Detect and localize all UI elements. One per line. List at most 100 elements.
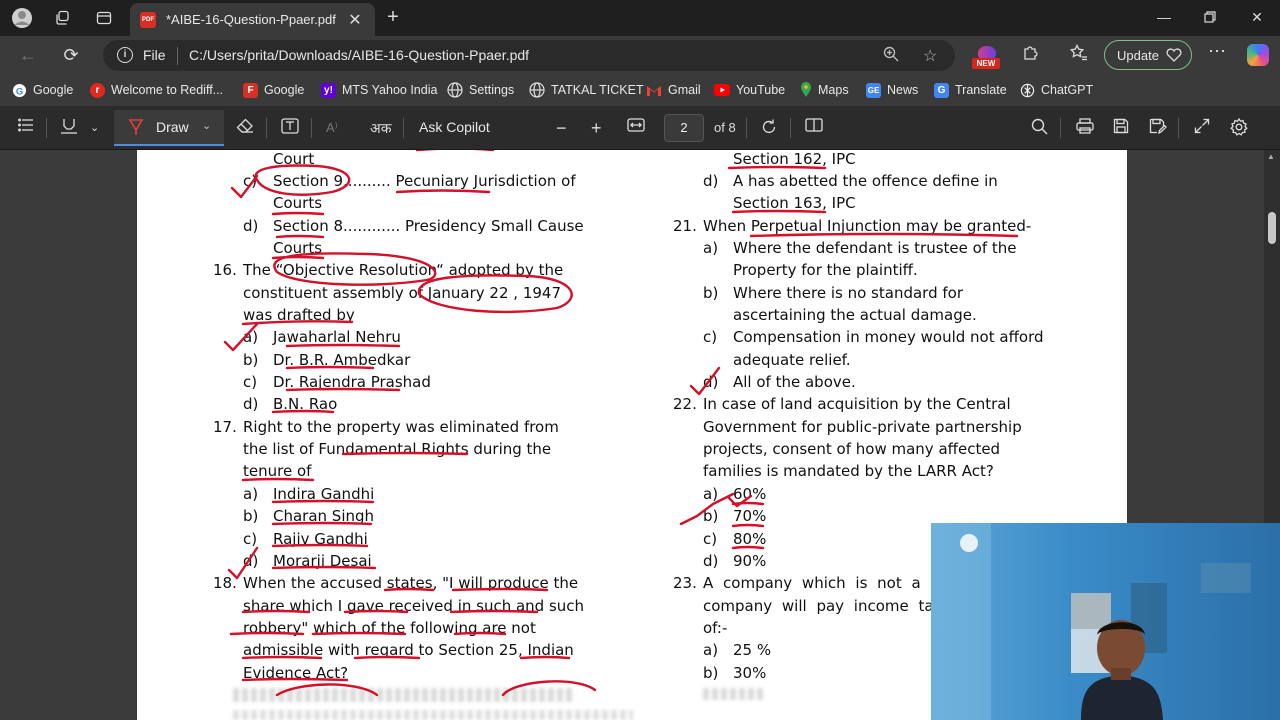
left-line: Dr. B.R. Ambedkar <box>273 351 411 369</box>
zoom-in-icon[interactable]: + <box>591 118 602 138</box>
address-url[interactable]: C:/Users/prita/Downloads/AIBE-16-Questio… <box>189 47 529 63</box>
tab-actions-icon[interactable] <box>92 6 116 30</box>
bookmark-yahoo[interactable]: y! MTS Yahoo India <box>321 81 437 99</box>
right-line: Section 163, IPC <box>733 194 856 212</box>
favorites-icon[interactable] <box>1069 44 1088 66</box>
bookmark-google-2[interactable]: F Google <box>243 81 304 99</box>
gmail-icon <box>647 85 661 96</box>
right-marker: 21. <box>673 217 697 235</box>
webcam-overlay <box>931 523 1280 720</box>
new-feature-icon[interactable]: NEW <box>972 46 1000 72</box>
bookmark-chatgpt[interactable]: ChatGPT <box>1020 81 1093 99</box>
address-toolbar: ← ⟳ i File C:/Users/prita/Downloads/AIBE… <box>0 36 1280 74</box>
bookmark-label: TATKAL TICKET <box>551 83 644 97</box>
workspaces-icon[interactable] <box>50 6 74 30</box>
read-aloud-icon[interactable]: A⁾ <box>326 118 338 138</box>
globe-icon <box>529 82 545 98</box>
left-line: Charan Singh <box>273 507 375 525</box>
draw-dropdown-icon[interactable]: ⌄ <box>202 119 211 132</box>
tab-title: *AIBE-16-Question-Ppaer.pdf <box>166 12 336 27</box>
settings-gear-icon[interactable] <box>1230 117 1248 138</box>
tab-active-pdf[interactable]: PDF *AIBE-16-Question-Ppaer.pdf ✕ <box>130 3 375 36</box>
cut-off-text <box>233 710 633 720</box>
left-line: Section 8............ Presidency Small C… <box>273 217 584 235</box>
bookmark-settings[interactable]: Settings <box>447 81 514 99</box>
translate-page-icon[interactable]: अक <box>370 118 391 138</box>
restore-button[interactable] <box>1187 0 1233 34</box>
print-icon[interactable] <box>1076 118 1094 138</box>
close-window-button[interactable]: ✕ <box>1234 0 1280 34</box>
highlight-icon[interactable] <box>60 118 78 138</box>
eraser-icon[interactable] <box>236 118 254 138</box>
google-red-icon: F <box>243 82 258 98</box>
right-marker: 22. <box>673 395 697 413</box>
toolbar-divider <box>403 118 404 138</box>
extensions-icon[interactable] <box>1022 44 1039 66</box>
rotate-icon[interactable] <box>760 118 778 138</box>
ask-copilot-button[interactable]: Ask Copilot <box>419 119 490 135</box>
info-icon[interactable]: i <box>117 47 133 63</box>
right-line: projects, consent of how many affected <box>703 440 1001 458</box>
bookmark-tatkal[interactable]: TATKAL TICKET <box>529 81 644 99</box>
page-view-icon[interactable] <box>805 118 823 138</box>
zoom-out-icon[interactable]: − <box>556 118 567 138</box>
favorite-star-icon[interactable]: ☆ <box>923 46 937 66</box>
highlight-dropdown-icon[interactable]: ⌄ <box>90 118 99 138</box>
wall-clock <box>960 534 978 552</box>
fullscreen-icon[interactable] <box>1194 118 1210 138</box>
right-line: 60% <box>733 485 767 503</box>
bookmark-youtube[interactable]: YouTube <box>714 81 785 99</box>
bookmark-google[interactable]: G Google <box>12 81 73 99</box>
globe-icon <box>447 82 463 98</box>
left-line: When the accused states, "I will produce… <box>243 574 579 592</box>
close-tab-icon[interactable]: ✕ <box>343 10 367 30</box>
save-as-icon[interactable] <box>1149 118 1167 138</box>
address-bar[interactable]: i File C:/Users/prita/Downloads/AIBE-16-… <box>103 40 955 71</box>
webcam-video <box>931 523 1280 720</box>
ink-underline <box>731 523 765 528</box>
search-icon[interactable] <box>1031 118 1048 138</box>
toolbar-divider <box>790 118 791 138</box>
right-line: 80% <box>733 530 767 548</box>
bookmark-label: News <box>887 83 919 97</box>
left-line: Indira Gandhi <box>273 485 375 503</box>
toolbar-divider <box>46 118 47 138</box>
back-button[interactable]: ← <box>15 43 41 67</box>
bookmark-rediff[interactable]: r Welcome to Rediff... <box>90 81 223 99</box>
left-marker: a) <box>243 328 259 346</box>
ink-underline <box>395 189 491 194</box>
bookmark-maps[interactable]: Maps <box>800 81 849 99</box>
draw-button[interactable]: Draw ⌄ <box>114 110 224 146</box>
scrollbar-thumb[interactable] <box>1268 212 1276 244</box>
bookmark-translate[interactable]: G Translate <box>934 81 1007 99</box>
right-marker: b) <box>703 284 719 302</box>
zoom-icon[interactable] <box>883 46 899 67</box>
refresh-button[interactable]: ⟳ <box>58 43 84 67</box>
right-line: adequate relief. <box>733 351 851 369</box>
cut-off-text <box>703 688 763 700</box>
left-marker: c) <box>243 373 258 391</box>
draw-label: Draw <box>156 119 189 135</box>
left-marker: 16. <box>213 261 237 279</box>
pdf-file-icon: PDF <box>140 11 156 28</box>
copilot-icon[interactable] <box>1247 44 1269 66</box>
page-number-input[interactable]: 2 <box>664 114 704 142</box>
right-marker: d) <box>703 373 719 391</box>
minimize-button[interactable]: — <box>1141 0 1187 34</box>
scroll-up-icon[interactable]: ▲ <box>1267 152 1275 161</box>
more-options-icon[interactable]: ⋯ <box>1208 41 1226 62</box>
left-marker: b) <box>243 351 259 369</box>
left-line: Jawaharlal Nehru <box>273 328 401 346</box>
contents-icon[interactable] <box>18 118 34 138</box>
right-marker: a) <box>703 641 719 659</box>
bookmark-news[interactable]: GE News <box>866 81 918 99</box>
new-tab-button[interactable]: + <box>380 6 406 30</box>
left-line: robbery" which of the following are not <box>243 619 536 637</box>
update-button[interactable]: Update <box>1104 40 1192 70</box>
profile-avatar-icon[interactable] <box>10 6 34 30</box>
text-box-icon[interactable] <box>281 118 299 138</box>
bookmark-gmail[interactable]: Gmail <box>646 81 701 99</box>
bookmarks-bar: G Google r Welcome to Rediff... F Google… <box>0 74 1280 106</box>
save-icon[interactable] <box>1113 118 1129 138</box>
fit-width-icon[interactable] <box>627 118 645 138</box>
